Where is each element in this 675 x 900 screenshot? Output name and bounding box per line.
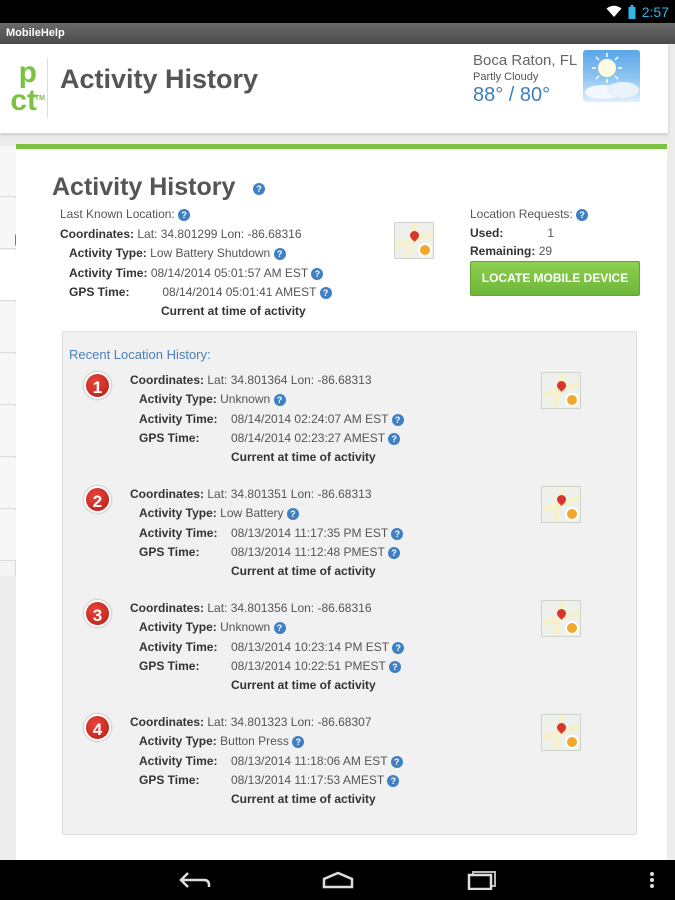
help-icon[interactable]: ? (576, 208, 589, 221)
system-nav-bar (0, 860, 675, 900)
status-clock: 2:57 (641, 3, 669, 20)
help-icon[interactable]: ? (273, 621, 286, 634)
side-nav-tab[interactable] (0, 458, 16, 509)
last-known-coordinates: Coordinates: Lat: 34.801299 Lon: -86.683… (60, 227, 302, 241)
help-icon[interactable]: ? (319, 286, 332, 299)
entry-note: Current at time of activity (231, 792, 376, 806)
recent-history-heading: Recent Location History: (69, 347, 211, 362)
logo-text-line2: ct (10, 84, 37, 117)
entry-activity-type: Activity Type: Unknown ? (139, 620, 286, 634)
entry-coordinates: Coordinates: Lat: 34.801351 Lon: -86.683… (130, 487, 372, 501)
weather-temperature: 88° / 80° (473, 84, 551, 106)
wifi-icon (606, 5, 622, 17)
entry-activity-type: Activity Type: Unknown ? (139, 392, 286, 406)
side-nav-tab[interactable] (0, 302, 16, 353)
map-thumbnail-icon[interactable] (541, 600, 581, 637)
app-title-bar: MobileHelp (0, 23, 675, 44)
status-bar: 2:57 (0, 0, 675, 23)
weather-city: Boca Raton, FL (473, 52, 578, 69)
map-thumbnail-icon[interactable] (541, 714, 581, 751)
help-icon[interactable]: ? (388, 546, 401, 559)
help-icon[interactable]: ? (391, 527, 404, 540)
entry-number-badge: 1 (84, 372, 111, 399)
help-icon[interactable]: ? (273, 247, 286, 260)
back-icon[interactable] (178, 870, 212, 890)
side-nav-tab[interactable] (0, 354, 16, 405)
entry-number-badge: 3 (84, 600, 111, 627)
history-entry: 2 Coordinates: Lat: 34.801351 Lon: -86.6… (63, 486, 638, 596)
recent-location-history: Recent Location History: 1 Coordinates: … (62, 331, 637, 835)
activity-history-panel: Activity History ? Last Known Location: … (16, 144, 667, 860)
partly-cloudy-icon (583, 50, 640, 102)
requests-remaining: Remaining: 29 (470, 244, 553, 258)
last-known-note: Current at time of activity (161, 304, 306, 318)
side-nav-tab[interactable] (0, 406, 16, 457)
location-requests-heading: Location Requests: ? (470, 207, 589, 221)
help-icon[interactable]: ? (391, 413, 404, 426)
entry-coordinates: Coordinates: Lat: 34.801356 Lon: -86.683… (130, 601, 372, 615)
side-nav-tab[interactable] (0, 510, 16, 561)
requests-used: Used: 1 (470, 226, 555, 240)
help-icon[interactable]: ? (292, 735, 305, 748)
entry-activity-time: Activity Time: 08/13/2014 10:23:14 PM EST… (139, 640, 405, 654)
entry-note: Current at time of activity (231, 450, 376, 464)
history-entry: 1 Coordinates: Lat: 34.801364 Lon: -86.6… (63, 372, 638, 482)
help-icon[interactable]: ? (253, 183, 265, 195)
entry-gps-time: GPS Time: 08/14/2014 02:23:27 AMEST ? (139, 431, 401, 445)
header: p ct TM Activity History Boca Raton, FL … (0, 44, 668, 134)
entry-gps-time: GPS Time: 08/13/2014 11:12:48 PMEST ? (139, 545, 401, 559)
help-icon[interactable]: ? (286, 507, 299, 520)
map-thumbnail-icon[interactable] (541, 486, 581, 523)
help-icon[interactable]: ? (388, 432, 401, 445)
entry-gps-time: GPS Time: 08/13/2014 11:17:53 AMEST ? (139, 773, 400, 787)
help-icon[interactable]: ? (178, 208, 191, 221)
home-icon[interactable] (321, 870, 355, 890)
map-thumbnail-icon[interactable] (394, 222, 434, 259)
logo-trademark: TM (34, 95, 45, 102)
last-known-location-heading: Last Known Location: ? (60, 207, 191, 221)
entry-coordinates: Coordinates: Lat: 34.801364 Lon: -86.683… (130, 373, 372, 387)
help-icon[interactable]: ? (388, 660, 401, 673)
help-icon[interactable]: ? (387, 774, 400, 787)
logo-text-line1: p (18, 58, 37, 89)
help-icon[interactable]: ? (390, 755, 403, 768)
entry-number-badge: 4 (84, 714, 111, 741)
entry-activity-time: Activity Time: 08/14/2014 02:24:07 AM EST… (139, 412, 404, 426)
entry-activity-time: Activity Time: 08/13/2014 11:18:06 AM EST… (139, 754, 403, 768)
help-icon[interactable]: ? (273, 393, 286, 406)
help-icon[interactable]: ? (392, 641, 405, 654)
last-known-activity-type: Activity Type: Low Battery Shutdown ? (69, 246, 286, 260)
entry-coordinates: Coordinates: Lat: 34.801323 Lon: -86.683… (130, 715, 372, 729)
entry-number-badge: 2 (84, 486, 111, 513)
entry-activity-time: Activity Time: 08/13/2014 11:17:35 PM EST… (139, 526, 404, 540)
last-known-gps-time: GPS Time: 08/14/2014 05:01:41 AMEST ? (69, 285, 332, 299)
entry-gps-time: GPS Time: 08/13/2014 10:22:51 PMEST ? (139, 659, 401, 673)
header-title: Activity History (60, 64, 259, 94)
side-nav-tab[interactable] (0, 146, 16, 197)
history-entry: 3 Coordinates: Lat: 34.801356 Lon: -86.6… (63, 600, 638, 710)
entry-activity-type: Activity Type: Low Battery ? (139, 506, 299, 520)
history-entry: 4 Coordinates: Lat: 34.801323 Lon: -86.6… (63, 714, 638, 824)
entry-note: Current at time of activity (231, 678, 376, 692)
side-nav-rail[interactable] (0, 146, 16, 576)
last-known-activity-time: Activity Time: 08/14/2014 05:01:57 AM ES… (69, 266, 324, 280)
entry-activity-type: Activity Type: Button Press ? (139, 734, 305, 748)
weather-condition: Partly Cloudy (473, 71, 539, 83)
page-title: Activity History (52, 173, 236, 201)
help-icon[interactable]: ? (311, 267, 324, 280)
entry-note: Current at time of activity (231, 564, 376, 578)
side-nav-tab-active[interactable] (0, 250, 16, 301)
locate-mobile-device-button[interactable]: LOCATE MOBILE DEVICE (470, 261, 640, 296)
battery-icon (628, 4, 636, 19)
overflow-menu-icon[interactable] (649, 871, 655, 889)
app-logo: p ct TM (0, 58, 48, 118)
recent-apps-icon[interactable] (466, 870, 498, 890)
map-thumbnail-icon[interactable] (541, 372, 581, 409)
